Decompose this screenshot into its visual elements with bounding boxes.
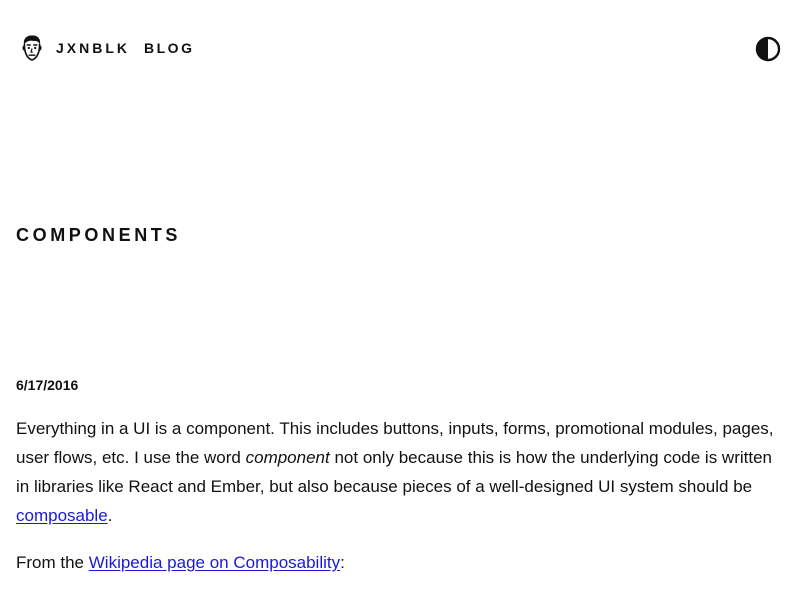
avatar-icon[interactable] xyxy=(20,34,44,62)
site-header: JXNBLK BLOG xyxy=(0,0,800,96)
post-body: Everything in a UI is a component. This … xyxy=(16,414,788,577)
paragraph-text: . xyxy=(107,506,113,525)
post-date: 6/17/2016 xyxy=(16,377,79,393)
paragraph-text: : xyxy=(340,553,345,572)
post-title: COMPONENTS xyxy=(16,225,182,245)
nav-link-blog[interactable]: BLOG xyxy=(144,34,194,62)
brand: JXNBLK BLOG xyxy=(20,34,194,62)
brand-link[interactable]: JXNBLK xyxy=(56,34,130,62)
emphasis-component: component xyxy=(245,448,330,467)
paragraph-wikipedia: From the Wikipedia page on Composability… xyxy=(16,548,788,577)
paragraph-intro: Everything in a UI is a component. This … xyxy=(16,414,788,530)
link-wikipedia-composability[interactable]: Wikipedia page on Composability xyxy=(89,553,340,572)
page: JXNBLK BLOG COMPONENTS 6/17/2016 Everyth… xyxy=(0,0,800,600)
contrast-toggle-icon[interactable] xyxy=(755,36,781,62)
paragraph-text: From the xyxy=(16,553,89,572)
link-composable[interactable]: composable xyxy=(16,506,108,525)
